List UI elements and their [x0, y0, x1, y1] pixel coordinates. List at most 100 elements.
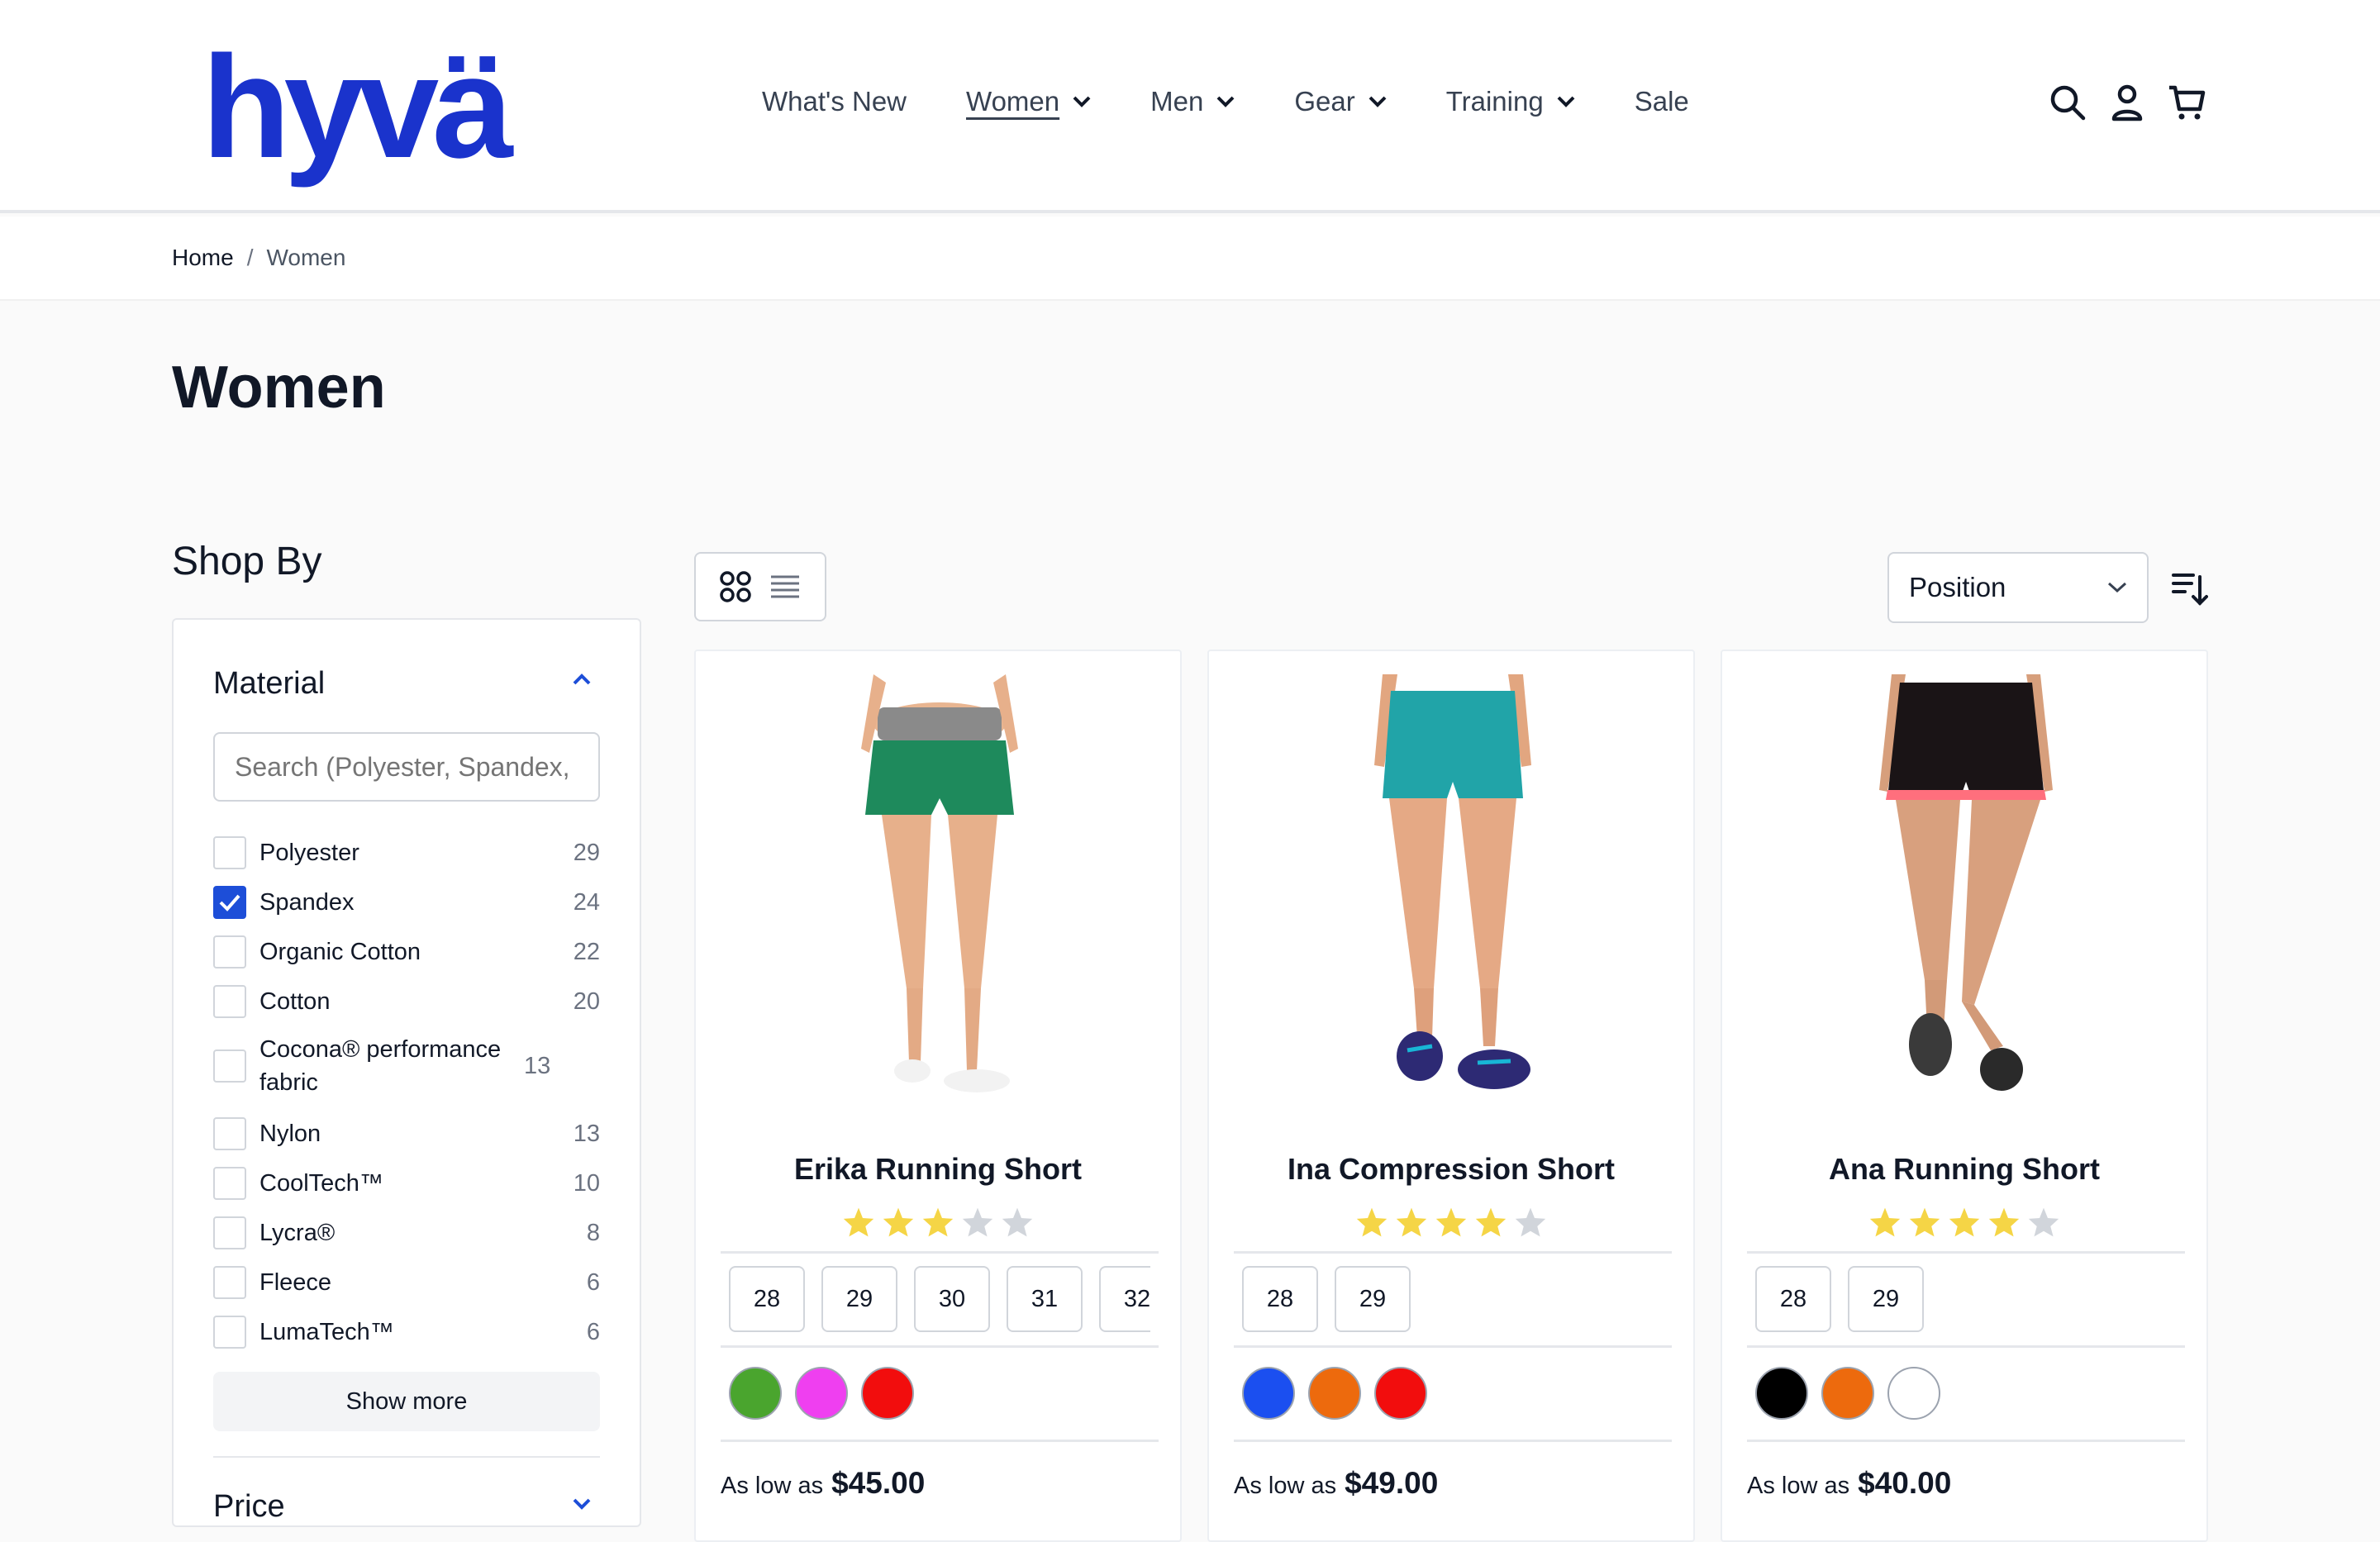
- nav-item-whats-new[interactable]: What's New: [762, 86, 907, 117]
- star-icon: [843, 1207, 874, 1237]
- sort-direction-icon[interactable]: [2170, 569, 2208, 607]
- checkbox[interactable]: [213, 985, 246, 1018]
- product-image[interactable]: [1242, 674, 1664, 1104]
- checkbox[interactable]: [213, 886, 246, 919]
- size-option[interactable]: 28: [1242, 1266, 1318, 1332]
- nav-label: Women: [966, 86, 1060, 117]
- nav-item-gear[interactable]: Gear: [1294, 86, 1387, 117]
- filter-panel: Material Polyester 29 Spandex 24 Organic C…: [172, 618, 641, 1527]
- color-swatch-orange[interactable]: [1308, 1367, 1361, 1420]
- size-option[interactable]: 29: [821, 1266, 897, 1332]
- color-swatch-orange[interactable]: [1821, 1367, 1874, 1420]
- size-option[interactable]: 28: [1755, 1266, 1831, 1332]
- star-icon: [922, 1207, 954, 1237]
- price-prefix: As low as: [721, 1473, 824, 1499]
- chevron-down-icon: [2107, 582, 2127, 593]
- size-option[interactable]: 32: [1099, 1266, 1150, 1332]
- color-swatch-black[interactable]: [1755, 1367, 1808, 1420]
- filter-option[interactable]: Spandex 24: [213, 886, 600, 919]
- sort-by-select[interactable]: Position: [1887, 552, 2149, 623]
- star-icon: [1356, 1207, 1388, 1237]
- option-label: CoolTech™: [259, 1169, 383, 1197]
- filter-title-material[interactable]: Material: [213, 666, 325, 702]
- size-option[interactable]: 29: [1848, 1266, 1924, 1332]
- product-image[interactable]: [729, 674, 1150, 1104]
- star-icon: [1949, 1207, 1980, 1237]
- checkbox[interactable]: [213, 1216, 246, 1249]
- option-count: 29: [573, 839, 600, 866]
- main-nav: What's New Women Men Gear Training Sale: [762, 86, 1749, 117]
- option-label: Cotton: [259, 988, 331, 1015]
- nav-item-sale[interactable]: Sale: [1635, 86, 1689, 117]
- checkbox[interactable]: [213, 1167, 246, 1200]
- grid-view-icon[interactable]: [719, 570, 752, 603]
- size-option[interactable]: 30: [914, 1266, 990, 1332]
- account-icon[interactable]: [2107, 83, 2147, 122]
- checkmark-icon: [219, 894, 240, 911]
- color-swatch-blue[interactable]: [1242, 1367, 1295, 1420]
- product-image[interactable]: [1755, 674, 2177, 1104]
- product-card[interactable]: Ina Compression Short 28 29 As low as $4…: [1207, 650, 1695, 1542]
- filter-option[interactable]: Lycra® 8: [213, 1216, 600, 1249]
- filter-option[interactable]: Nylon 13: [213, 1117, 600, 1150]
- product-card[interactable]: Ana Running Short 28 29 As low as $40.00: [1721, 650, 2208, 1542]
- cart-icon[interactable]: [2167, 83, 2206, 122]
- page-title: Women: [172, 355, 386, 421]
- size-option[interactable]: 29: [1335, 1266, 1411, 1332]
- nav-item-training[interactable]: Training: [1446, 86, 1575, 117]
- list-view-icon[interactable]: [769, 570, 802, 603]
- product-name[interactable]: Ana Running Short: [1722, 1152, 2206, 1187]
- option-count: 6: [586, 1318, 600, 1345]
- filter-title-price[interactable]: Price: [213, 1489, 285, 1525]
- star-icon: [1515, 1207, 1546, 1237]
- rating-stars: [1209, 1206, 1693, 1238]
- chevron-down-icon: [1557, 96, 1575, 107]
- size-option[interactable]: 31: [1007, 1266, 1083, 1332]
- checkbox[interactable]: [213, 1117, 246, 1150]
- star-icon: [1869, 1207, 1901, 1237]
- checkbox[interactable]: [213, 1266, 246, 1299]
- chevron-down-icon[interactable]: [572, 1497, 592, 1511]
- option-label: Lycra®: [259, 1219, 336, 1246]
- color-swatch-white[interactable]: [1887, 1367, 1940, 1420]
- material-search-input[interactable]: [213, 732, 600, 802]
- checkbox[interactable]: [213, 935, 246, 969]
- color-swatch-red[interactable]: [861, 1367, 914, 1420]
- color-swatches: [1242, 1367, 1427, 1420]
- checkbox[interactable]: [213, 836, 246, 869]
- filter-option[interactable]: Polyester 29: [213, 836, 600, 869]
- star-icon: [1988, 1207, 2020, 1237]
- nav-item-men[interactable]: Men: [1150, 86, 1235, 117]
- price-amount: $40.00: [1858, 1466, 1952, 1500]
- option-count: 13: [524, 1052, 551, 1079]
- color-swatch-green[interactable]: [729, 1367, 782, 1420]
- filter-option[interactable]: Fleece 6: [213, 1266, 600, 1299]
- breadcrumb-home-link[interactable]: Home: [172, 245, 234, 271]
- show-more-button[interactable]: Show more: [213, 1372, 600, 1431]
- product-name[interactable]: Erika Running Short: [696, 1152, 1180, 1187]
- chevron-up-icon[interactable]: [572, 673, 592, 686]
- color-swatch-purple[interactable]: [795, 1367, 848, 1420]
- price-amount: $49.00: [1345, 1466, 1439, 1500]
- option-count: 20: [573, 988, 600, 1015]
- sort-by-value: Position: [1909, 572, 2006, 602]
- nav-item-women[interactable]: Women: [966, 86, 1091, 117]
- filter-option[interactable]: Cotton 20: [213, 985, 600, 1018]
- size-options: 28 29: [1755, 1266, 2177, 1335]
- logo[interactable]: hyvä: [202, 35, 513, 180]
- checkbox[interactable]: [213, 1316, 246, 1349]
- filter-option[interactable]: LumaTech™ 6: [213, 1316, 600, 1349]
- filter-option[interactable]: Cocona® performance fabric 13: [213, 1033, 600, 1099]
- checkbox[interactable]: [213, 1049, 246, 1083]
- option-count: 22: [573, 938, 600, 965]
- filter-option[interactable]: Organic Cotton 22: [213, 935, 600, 969]
- product-name[interactable]: Ina Compression Short: [1209, 1152, 1693, 1187]
- product-card[interactable]: Erika Running Short 28 29 30 31 32 As lo…: [694, 650, 1182, 1542]
- option-label: Organic Cotton: [259, 938, 421, 965]
- filter-option[interactable]: CoolTech™ 10: [213, 1167, 600, 1200]
- divider: [1747, 1251, 2185, 1254]
- star-icon: [1396, 1207, 1427, 1237]
- color-swatch-red[interactable]: [1374, 1367, 1427, 1420]
- size-option[interactable]: 28: [729, 1266, 805, 1332]
- search-icon[interactable]: [2048, 83, 2087, 122]
